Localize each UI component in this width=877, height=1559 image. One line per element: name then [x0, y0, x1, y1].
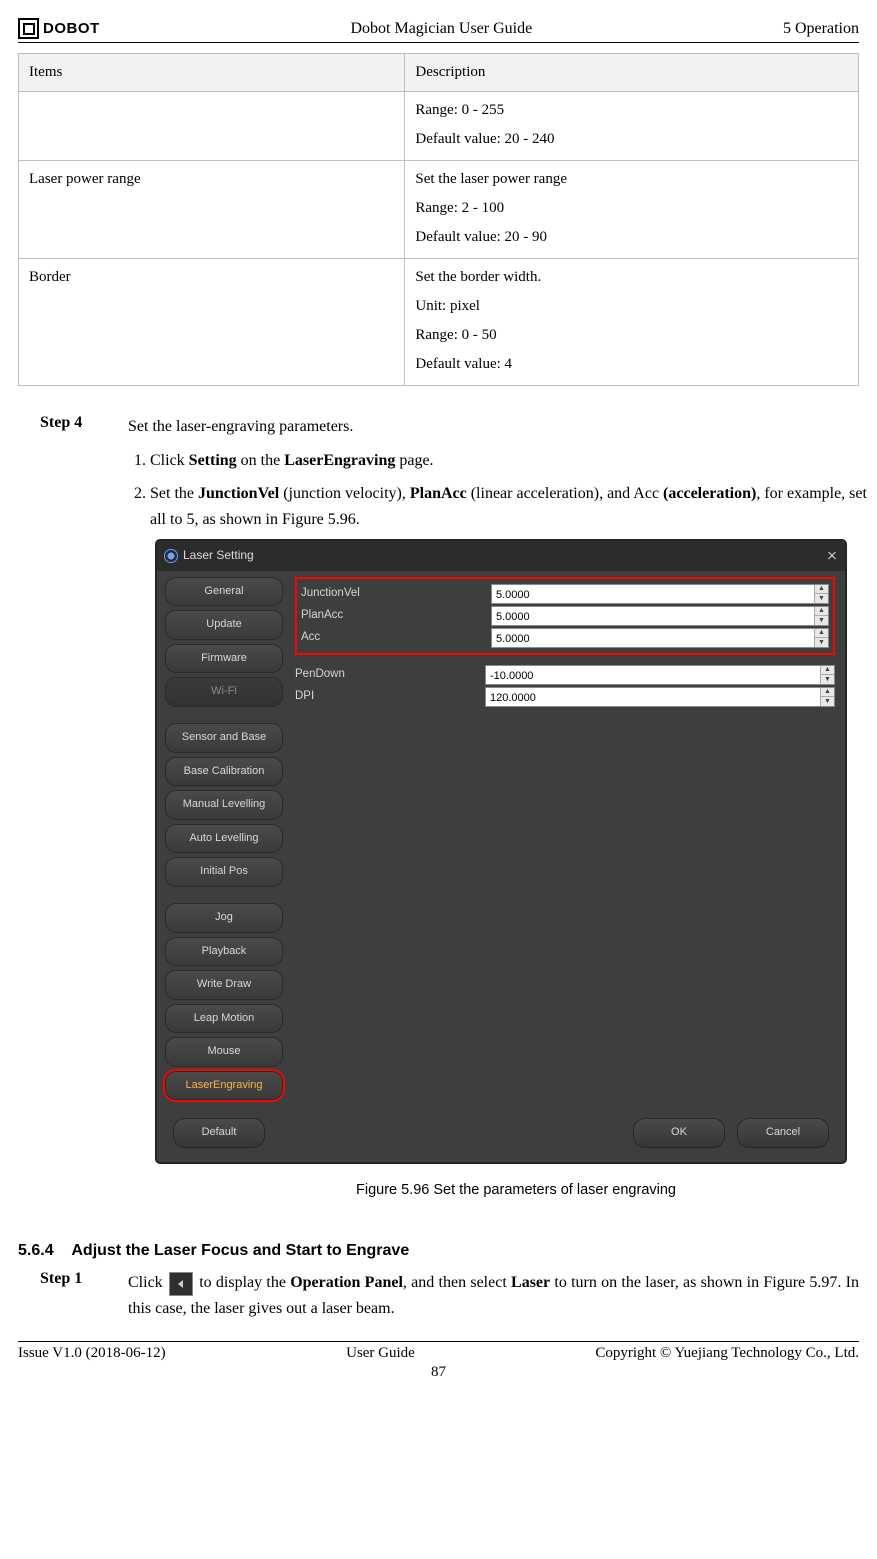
footer-issue: Issue V1.0 (2018-06-12)	[18, 1345, 166, 1362]
sidebar-item-initial-pos[interactable]: Initial Pos	[165, 857, 283, 887]
sidebar-item-mouse[interactable]: Mouse	[165, 1037, 283, 1067]
input-junctionvel[interactable]: 5.0000▲▼	[491, 584, 829, 604]
dialog-sidebar: General Update Firmware Wi-Fi Sensor and…	[157, 571, 291, 1109]
input-acc[interactable]: 5.0000▲▼	[491, 628, 829, 648]
header-title: Dobot Magician User Guide	[350, 20, 532, 38]
ok-button[interactable]: OK	[633, 1118, 725, 1148]
section-5-6-4: 5.6.4 Adjust the Laser Focus and Start t…	[18, 1242, 859, 1260]
dialog-title: Laser Setting	[183, 546, 254, 565]
cell-desc: Set the laser power range Range: 2 - 100…	[405, 161, 859, 259]
dialog-titlebar: Laser Setting	[157, 541, 845, 570]
step1-body: Click to display the Operation Panel, an…	[128, 1270, 859, 1321]
table-head-items: Items	[19, 54, 405, 92]
footer-center: User Guide	[346, 1345, 415, 1362]
sidebar-item-jog[interactable]: Jog	[165, 903, 283, 933]
spinner-icon[interactable]: ▲▼	[820, 688, 834, 706]
highlighted-group: JunctionVel 5.0000▲▼ PlanAcc 5.0000▲▼ Ac…	[295, 577, 835, 655]
page-number: 87	[18, 1364, 859, 1381]
sidebar-item-playback[interactable]: Playback	[165, 937, 283, 967]
spinner-icon[interactable]: ▲▼	[814, 585, 828, 603]
step4-label: Step 4	[40, 414, 128, 1204]
laser-setting-dialog: Laser Setting General Update Firmware Wi…	[156, 540, 846, 1163]
label-dpi: DPI	[295, 687, 485, 705]
logo-icon	[18, 18, 39, 39]
spinner-icon[interactable]: ▲▼	[814, 629, 828, 647]
step4-lead: Set the laser-engraving parameters.	[128, 414, 876, 440]
footer-copyright: Copyright © Yuejiang Technology Co., Ltd…	[595, 1345, 859, 1362]
cell-desc: Range: 0 - 255 Default value: 20 - 240	[405, 92, 859, 161]
table-row: Border Set the border width. Unit: pixel…	[19, 259, 859, 386]
sidebar-item-general[interactable]: General	[165, 577, 283, 607]
table-row: Range: 0 - 255 Default value: 20 - 240	[19, 92, 859, 161]
figure-5-96: Laser Setting General Update Firmware Wi…	[156, 540, 876, 1202]
step1: Step 1 Click to display the Operation Pa…	[18, 1270, 859, 1321]
label-pendown: PenDown	[295, 665, 485, 683]
logo: DOBOT	[18, 18, 100, 39]
sidebar-item-write-draw[interactable]: Write Draw	[165, 970, 283, 1000]
step4: Step 4 Set the laser-engraving parameter…	[18, 414, 859, 1204]
spinner-icon[interactable]: ▲▼	[820, 666, 834, 684]
cell-item	[19, 92, 405, 161]
sidebar-item-update[interactable]: Update	[165, 610, 283, 640]
gear-icon	[165, 550, 177, 562]
dialog-main: JunctionVel 5.0000▲▼ PlanAcc 5.0000▲▼ Ac…	[291, 571, 845, 1109]
header-section: 5 Operation	[783, 20, 859, 38]
table-head-desc: Description	[405, 54, 859, 92]
sidebar-item-manual-levelling[interactable]: Manual Levelling	[165, 790, 283, 820]
sidebar-item-wifi[interactable]: Wi-Fi	[165, 677, 283, 707]
step1-label: Step 1	[40, 1270, 128, 1321]
label-junctionvel: JunctionVel	[301, 584, 491, 602]
label-acc: Acc	[301, 628, 491, 646]
sidebar-item-laserengraving[interactable]: LaserEngraving	[165, 1071, 283, 1101]
brand-text: DOBOT	[43, 20, 100, 37]
sidebar-item-base-calibration[interactable]: Base Calibration	[165, 757, 283, 787]
label-planacc: PlanAcc	[301, 606, 491, 624]
page-footer: Issue V1.0 (2018-06-12) User Guide Copyr…	[18, 1341, 859, 1362]
sidebar-item-auto-levelling[interactable]: Auto Levelling	[165, 824, 283, 854]
step4-item-1: Click Setting on the LaserEngraving page…	[150, 448, 876, 474]
collapse-left-icon[interactable]	[169, 1272, 193, 1296]
default-button[interactable]: Default	[173, 1118, 265, 1148]
page-header: DOBOT Dobot Magician User Guide 5 Operat…	[18, 18, 859, 43]
spinner-icon[interactable]: ▲▼	[814, 607, 828, 625]
parameters-table: Items Description Range: 0 - 255 Default…	[18, 53, 859, 386]
input-dpi[interactable]: 120.0000▲▼	[485, 687, 835, 707]
sidebar-item-leap-motion[interactable]: Leap Motion	[165, 1004, 283, 1034]
sidebar-item-firmware[interactable]: Firmware	[165, 644, 283, 674]
close-icon[interactable]	[827, 551, 837, 561]
cell-item: Laser power range	[19, 161, 405, 259]
cell-item: Border	[19, 259, 405, 386]
input-planacc[interactable]: 5.0000▲▼	[491, 606, 829, 626]
cancel-button[interactable]: Cancel	[737, 1118, 829, 1148]
step4-body: Set the laser-engraving parameters. Clic…	[128, 414, 876, 1204]
input-pendown[interactable]: -10.0000▲▼	[485, 665, 835, 685]
figure-caption: Figure 5.96 Set the parameters of laser …	[156, 1179, 876, 1202]
cell-desc: Set the border width. Unit: pixel Range:…	[405, 259, 859, 386]
dialog-footer: Default OK Cancel	[157, 1108, 845, 1162]
sidebar-item-sensor-base[interactable]: Sensor and Base	[165, 723, 283, 753]
table-row: Laser power range Set the laser power ra…	[19, 161, 859, 259]
step4-item-2: Set the JunctionVel (junction velocity),…	[150, 481, 876, 532]
